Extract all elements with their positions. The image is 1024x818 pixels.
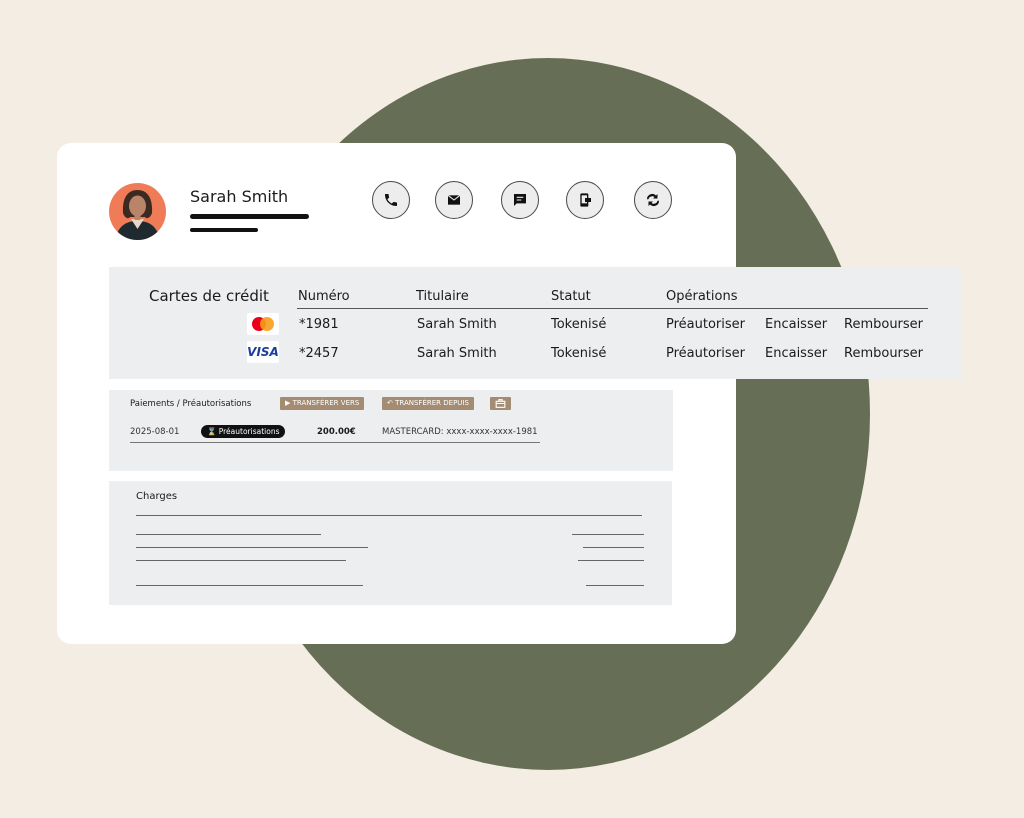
card-number: *2457 [299,346,339,361]
charge-amount-placeholder [578,560,644,561]
charge-line-placeholder [136,547,368,548]
chat-button[interactable] [501,181,539,219]
charges-header-divider [136,515,642,516]
briefcase-button[interactable] [490,397,511,410]
column-header-status: Statut [551,289,591,304]
charge-amount-placeholder [583,547,644,548]
payment-amount: 200.00€ [317,427,356,437]
payments-title: Paiements / Préautorisations [130,399,252,409]
sync-button[interactable] [634,181,672,219]
card-number: *1981 [299,317,339,332]
credit-cards-title: Cartes de crédit [149,287,269,305]
capture-link[interactable]: Encaisser [765,346,827,361]
charge-amount-placeholder [586,585,644,586]
preauthorize-link[interactable]: Préautoriser [666,317,745,332]
payment-date: 2025-08-01 [130,427,180,437]
card-holder: Sarah Smith [417,346,497,361]
mastercard-logo [247,313,279,335]
column-header-holder: Titulaire [416,289,469,304]
payment-type-label: Préautorisations [218,427,280,436]
chat-icon [514,194,526,206]
payment-type-badge: ⌛ Préautorisations [201,425,286,438]
email-button[interactable] [435,181,473,219]
charge-line-placeholder [136,560,346,561]
transfer-to-label: TRANSFÉRER VERS [292,399,360,407]
capture-link[interactable]: Encaisser [765,317,827,332]
avatar [109,183,166,240]
charge-amount-placeholder [572,534,644,535]
column-header-number: Numéro [298,289,350,304]
card-status: Tokenisé [551,317,607,332]
hourglass-icon: ⌛ [207,427,217,436]
charges-title: Charges [136,491,178,502]
sync-chat-icon [646,193,660,207]
briefcase-icon [495,399,506,408]
undo-icon: ↶ [387,399,393,407]
refund-link[interactable]: Rembourser [844,317,923,332]
mobile-transfer-button[interactable] [566,181,604,219]
payment-card: MASTERCARD: xxxx-xxxx-xxxx-1981 [382,427,538,437]
refund-link[interactable]: Rembourser [844,346,923,361]
visa-logo: VISA [247,341,279,363]
charges-panel [109,481,672,605]
payment-row-divider [130,442,540,443]
transfer-from-button[interactable]: ↶ TRANSFÉRER DEPUIS [382,397,474,410]
preauthorize-link[interactable]: Préautoriser [666,346,745,361]
transfer-to-button[interactable]: ▶ TRANSFÉRER VERS [280,397,365,410]
play-icon: ▶ [285,399,291,407]
profile-detail-placeholder [190,228,258,232]
transfer-from-label: TRANSFÉRER DEPUIS [395,399,469,407]
card-holder: Sarah Smith [417,317,497,332]
card-status: Tokenisé [551,346,607,361]
table-header-divider [297,308,928,309]
charge-line-placeholder [136,585,363,586]
profile-name: Sarah Smith [190,187,289,206]
profile-detail-placeholder [190,214,309,219]
mobile-transfer-icon [580,193,591,207]
phone-icon [385,194,397,206]
phone-button[interactable] [372,181,410,219]
column-header-operations: Opérations [666,289,738,304]
charge-line-placeholder [136,534,321,535]
envelope-icon [447,194,461,205]
credit-cards-panel [109,267,962,379]
